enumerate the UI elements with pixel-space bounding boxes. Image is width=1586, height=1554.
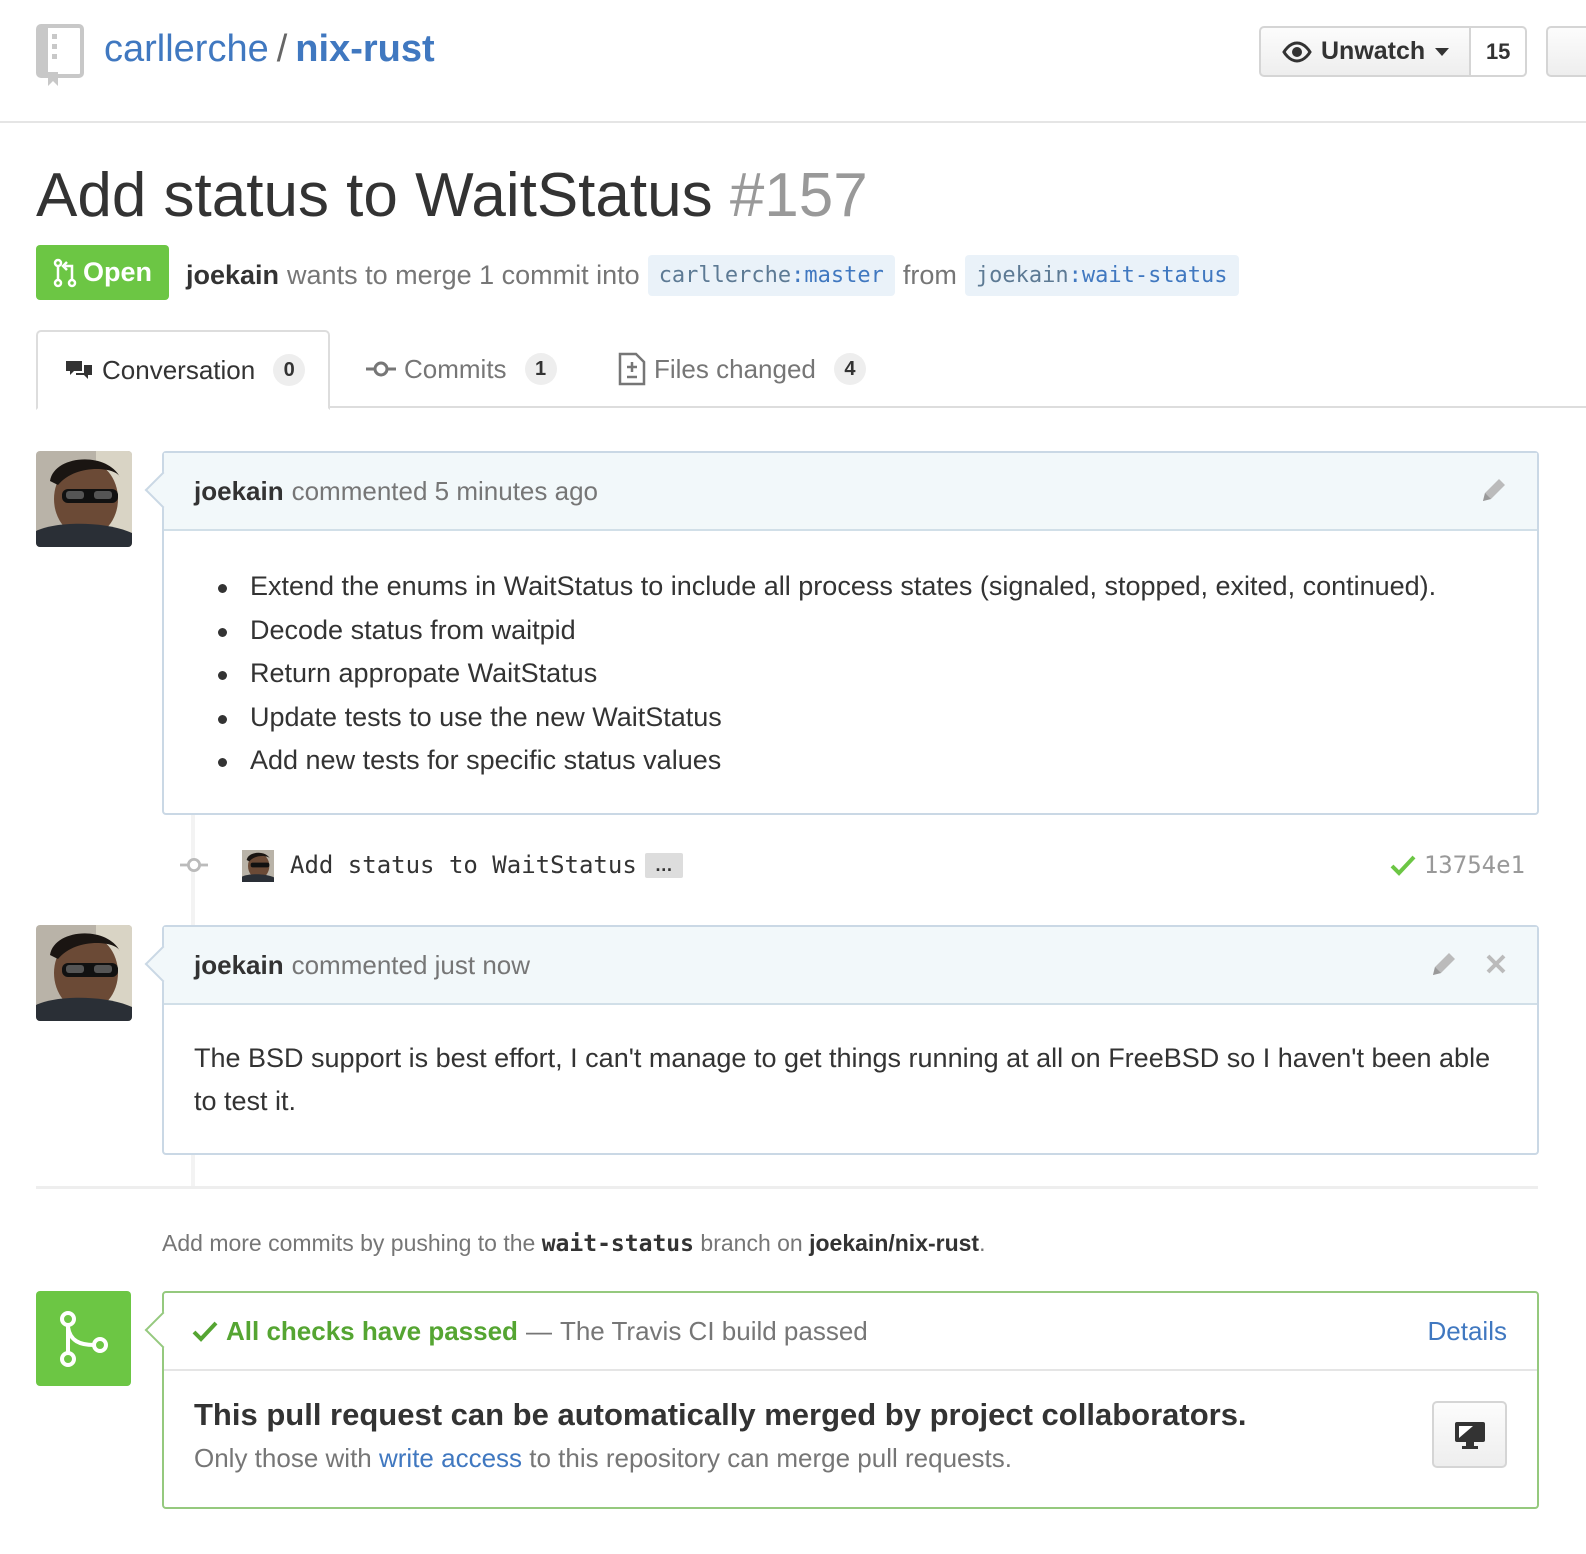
star-button[interactable]	[1546, 26, 1586, 77]
check-icon[interactable]	[1390, 854, 1416, 876]
watchers-count[interactable]: 15	[1471, 26, 1528, 77]
repo-icon	[36, 24, 84, 86]
merge-meta: joekain wants to merge 1 commit into car…	[186, 255, 1247, 296]
checks-detail: The Travis CI build passed	[559, 1315, 868, 1346]
list-item: Decode status from waitpid	[218, 609, 1537, 653]
pr-number: #157	[729, 161, 868, 230]
repo-separator: /	[276, 28, 288, 70]
status-badge: Open	[36, 245, 169, 300]
git-pull-request-icon	[53, 258, 77, 287]
comment-arrow	[144, 945, 182, 983]
pencil-icon[interactable]	[1479, 475, 1509, 505]
avatar[interactable]	[36, 925, 132, 1021]
status-badge-label: Open	[82, 257, 152, 287]
list-item: Return appropate WaitStatus	[218, 652, 1537, 696]
tab-files-changed[interactable]: Files changed 4	[618, 330, 866, 408]
push-hint: Add more commits by pushing to the wait-…	[162, 1230, 986, 1257]
comment-body: Extend the enums in WaitStatus to includ…	[164, 531, 1537, 813]
comment-timestamp[interactable]: commented just now	[292, 950, 530, 981]
list-item: Extend the enums in WaitStatus to includ…	[218, 565, 1537, 609]
comment-arrow	[144, 471, 182, 509]
merge-text: wants to merge 1 commit into	[287, 260, 640, 290]
chevron-down-icon	[1435, 47, 1450, 56]
comment-timestamp[interactable]: commented 5 minutes ago	[292, 476, 598, 507]
git-merge-icon	[59, 1310, 108, 1367]
merge-note: Only those with write access to this rep…	[194, 1443, 1012, 1473]
user-avatar-image	[36, 925, 132, 1021]
pr-title-text: Add status to WaitStatus	[36, 161, 713, 230]
comment-author-link[interactable]: joekain	[194, 950, 284, 981]
repo-owner-link[interactable]: carllerche	[104, 28, 269, 70]
from-text: from	[902, 260, 957, 290]
repo-header: carllerche / nix-rust Unwatch 15	[0, 0, 1586, 123]
comment-header: joekain commented 5 minutes ago	[144, 453, 1537, 531]
merge-box: All checks have passed — The Travis CI b…	[144, 1291, 1539, 1509]
close-icon[interactable]	[1483, 949, 1509, 979]
comment-author-link[interactable]: joekain	[194, 476, 284, 507]
tab-files-changed-counter: 4	[833, 353, 866, 385]
base-branch: carllerche:master	[647, 255, 895, 296]
tab-commits-label: Commits	[404, 353, 507, 384]
unwatch-button[interactable]: Unwatch	[1259, 26, 1472, 77]
commit-status: 13754e1	[1390, 851, 1525, 879]
details-link[interactable]: Details	[1428, 1316, 1507, 1347]
tab-files-changed-label: Files changed	[654, 353, 816, 384]
repo-title: carllerche / nix-rust	[104, 28, 435, 71]
tab-conversation-counter: 0	[273, 354, 306, 386]
desktop-icon	[1454, 1421, 1485, 1449]
comment-header: joekain commented just now	[144, 927, 1537, 1005]
commit-sha-link[interactable]: 13754e1	[1424, 851, 1525, 879]
repo-name-link[interactable]: nix-rust	[295, 28, 434, 70]
eye-icon	[1282, 40, 1312, 63]
tab-conversation[interactable]: Conversation 0	[36, 330, 330, 410]
check-icon	[192, 1321, 218, 1342]
command-line-button[interactable]	[1432, 1401, 1507, 1468]
commit-row: Add status to WaitStatus … 13754e1	[180, 845, 1525, 885]
merge-status-icon	[36, 1291, 131, 1386]
avatar[interactable]	[242, 850, 274, 882]
comment-body: The BSD support is best effort, I can't …	[164, 1005, 1537, 1153]
comment: joekain commented 5 minutes ago Extend t…	[144, 451, 1539, 815]
tab-commits[interactable]: Commits 1	[366, 330, 557, 408]
head-branch: joekain:wait-status	[964, 255, 1239, 296]
merge-message: This pull request can be automatically m…	[164, 1371, 1537, 1500]
branch-name: wait-status	[541, 1231, 695, 1257]
pencil-icon[interactable]	[1429, 949, 1459, 979]
divider	[36, 1186, 1538, 1189]
comment: joekain commented just now The BSD suppo…	[144, 925, 1539, 1155]
list-item: Update tests to use the new WaitStatus	[218, 696, 1537, 740]
git-commit-icon	[366, 361, 396, 377]
checks-status: All checks have passed	[226, 1315, 518, 1346]
watch-group: Unwatch 15	[1259, 26, 1528, 77]
unwatch-label: Unwatch	[1321, 37, 1426, 65]
tab-conversation-label: Conversation	[102, 354, 256, 385]
timeline-line	[191, 1152, 195, 1186]
user-avatar-image	[36, 451, 132, 547]
pr-author-link[interactable]: joekain	[186, 260, 279, 291]
fork-repo-link[interactable]: joekain/nix-rust	[809, 1230, 979, 1256]
avatar[interactable]	[36, 451, 132, 547]
comment-task-list: Extend the enums in WaitStatus to includ…	[164, 531, 1537, 813]
pr-tabs: Conversation 0 Commits 1 Files changed 4	[36, 330, 1586, 410]
git-commit-icon	[180, 858, 208, 872]
page-title: Add status to WaitStatus #157	[36, 160, 868, 231]
diff-icon	[618, 352, 646, 386]
commit-expand-button[interactable]: …	[644, 852, 683, 878]
merge-heading: This pull request can be automatically m…	[194, 1397, 1247, 1432]
write-access-link[interactable]: write access	[379, 1443, 522, 1473]
tab-commits-counter: 1	[524, 353, 557, 385]
commit-message-link[interactable]: Add status to WaitStatus	[290, 851, 637, 879]
comment-text: The BSD support is best effort, I can't …	[194, 1043, 1491, 1116]
checks-status-row: All checks have passed — The Travis CI b…	[164, 1293, 1537, 1371]
list-item: Add new tests for specific status values	[218, 739, 1537, 783]
comment-discussion-icon	[66, 361, 92, 379]
